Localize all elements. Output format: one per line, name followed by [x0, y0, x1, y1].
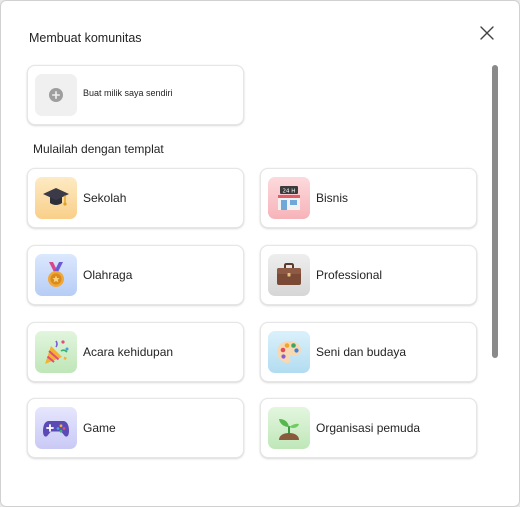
game-controller-icon [43, 421, 69, 437]
store-icon: 24 H [278, 186, 300, 210]
create-community-dialog: Membuat komunitas Buat milik saya sendir… [0, 0, 520, 507]
create-own-card[interactable]: Buat milik saya sendiri [27, 65, 244, 125]
svg-text:24 H: 24 H [283, 189, 296, 195]
template-tile [268, 407, 310, 449]
template-tile [35, 177, 77, 219]
template-card-olahraga[interactable]: Olahraga [27, 245, 244, 305]
party-popper-icon [45, 340, 69, 364]
close-icon [480, 26, 494, 40]
create-own-label: Buat milik saya sendiri [83, 88, 173, 98]
medal-icon [48, 262, 64, 287]
template-card-sekolah[interactable]: Sekolah [27, 168, 244, 228]
template-card-bisnis[interactable]: 24 H Bisnis [260, 168, 477, 228]
template-tile [268, 254, 310, 296]
template-tile [35, 407, 77, 449]
create-own-tile [35, 74, 77, 116]
template-label: Sekolah [83, 191, 127, 205]
close-button[interactable] [475, 21, 499, 45]
briefcase-icon [277, 263, 301, 285]
template-label: Olahraga [83, 268, 133, 282]
template-tile [268, 331, 310, 373]
template-card-acara-kehidupan[interactable]: Acara kehidupan [27, 322, 244, 382]
graduation-cap-icon [43, 188, 69, 206]
template-label: Professional [316, 268, 383, 282]
sprout-icon [279, 419, 299, 440]
template-tile [35, 254, 77, 296]
template-label: Organisasi pemuda [316, 421, 421, 435]
template-card-professional[interactable]: Professional [260, 245, 477, 305]
template-label: Seni dan budaya [316, 345, 407, 359]
template-card-seni-dan-budaya[interactable]: Seni dan budaya [260, 322, 477, 382]
template-tile: 24 H [268, 177, 310, 219]
template-card-organisasi-pemuda[interactable]: Organisasi pemuda [260, 398, 477, 458]
templates-heading: Mulailah dengan templat [33, 142, 164, 156]
plus-circle-icon [49, 88, 63, 102]
template-label: Game [83, 421, 116, 435]
scrollbar-thumb[interactable] [492, 65, 498, 358]
template-card-game[interactable]: Game [27, 398, 244, 458]
dialog-title: Membuat komunitas [29, 31, 142, 45]
template-label: Acara kehidupan [83, 345, 174, 359]
template-tile [35, 331, 77, 373]
template-label: Bisnis [316, 191, 349, 205]
palette-icon [277, 341, 301, 363]
